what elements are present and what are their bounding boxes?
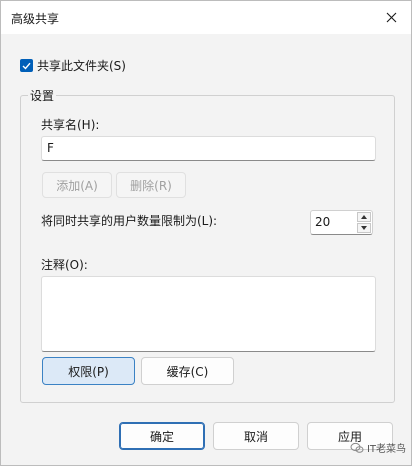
spin-down-button[interactable] [357,223,371,233]
watermark-text: IT老菜鸟 [366,444,406,455]
ok-button[interactable]: 确定 [119,422,205,450]
cancel-button[interactable]: 取消 [213,422,299,450]
share-name-label: 共享名(H): [41,118,100,132]
share-name-input[interactable]: F [41,136,376,161]
checkmark-icon [22,62,31,70]
close-icon [386,12,396,22]
close-button[interactable] [377,5,405,29]
watermark: IT老菜鸟 [350,440,406,455]
user-limit-value[interactable]: 20 [315,215,330,229]
spin-up-button[interactable] [357,212,371,222]
add-button[interactable]: 添加(A) [42,172,112,198]
user-limit-label: 将同时共享的用户数量限制为(L): [41,214,218,228]
user-limit-spinner[interactable]: 20 [310,210,373,235]
caching-button[interactable]: 缓存(C) [141,357,234,385]
comment-textarea[interactable] [41,276,376,352]
comment-label: 注释(O): [41,258,88,272]
share-folder-label: 共享此文件夹(S) [37,59,126,73]
triangle-up-icon [361,215,367,219]
window-title: 高级共享 [11,12,60,26]
remove-button[interactable]: 删除(R) [116,172,186,198]
share-folder-checkbox[interactable]: 共享此文件夹(S) [20,57,126,74]
permissions-button[interactable]: 权限(P) [42,357,135,385]
checkbox-checked[interactable] [20,59,33,72]
title-bar: 高级共享 [1,1,411,34]
advanced-sharing-dialog: 高级共享 共享此文件夹(S) 设置 共享名(H): F 添加(A) 删除(R) … [0,0,412,466]
chat-bubble-icon [350,442,364,453]
settings-group-legend: 设置 [28,87,57,104]
triangle-down-icon [361,226,367,230]
